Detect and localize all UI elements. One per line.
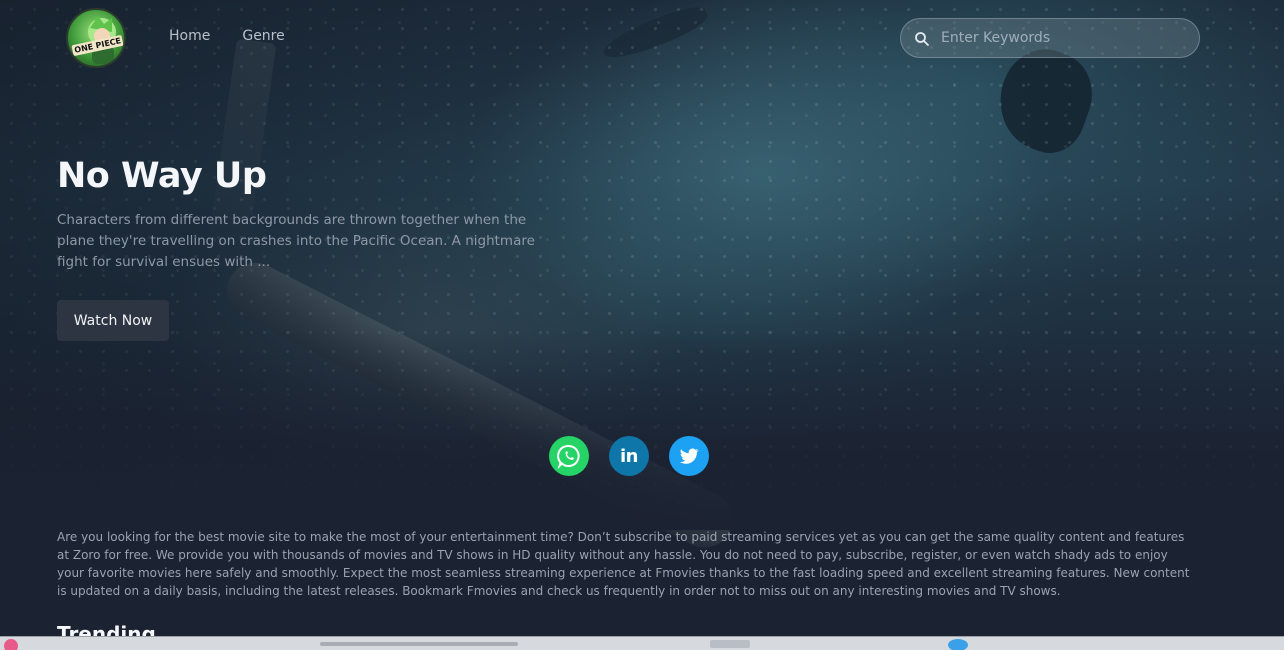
watch-now-button[interactable]: Watch Now xyxy=(57,300,169,341)
social-share: in xyxy=(549,436,709,476)
whatsapp-icon xyxy=(557,444,580,469)
hero-fade xyxy=(0,330,1284,530)
site-header: ONE PIECE Home Genre xyxy=(0,0,1284,76)
linkedin-share-button[interactable]: in xyxy=(609,436,649,476)
linkedin-icon: in xyxy=(620,445,638,467)
whatsapp-share-button[interactable] xyxy=(549,436,589,476)
search-box[interactable] xyxy=(900,18,1200,58)
twitter-icon xyxy=(679,448,699,464)
taskbar-item[interactable] xyxy=(320,642,518,646)
site-logo[interactable]: ONE PIECE xyxy=(66,8,126,68)
page: ONE PIECE Home Genre No Way Up Character… xyxy=(0,0,1284,650)
nav-genre-link[interactable]: Genre xyxy=(242,28,284,44)
hero-description: Characters from different backgrounds ar… xyxy=(57,212,535,270)
search-input[interactable] xyxy=(941,19,1191,57)
taskbar-item[interactable] xyxy=(710,640,750,648)
about-paragraph: Are you looking for the best movie site … xyxy=(57,530,1190,598)
twitter-share-button[interactable] xyxy=(669,436,709,476)
taskbar-app-icon[interactable] xyxy=(4,639,18,650)
os-taskbar xyxy=(0,636,1284,650)
nav-home-link[interactable]: Home xyxy=(169,28,210,44)
search-icon[interactable] xyxy=(914,31,930,47)
main-nav: Home Genre xyxy=(169,28,285,44)
taskbar-app-icon[interactable] xyxy=(948,639,968,650)
hero-title: No Way Up xyxy=(57,156,267,196)
